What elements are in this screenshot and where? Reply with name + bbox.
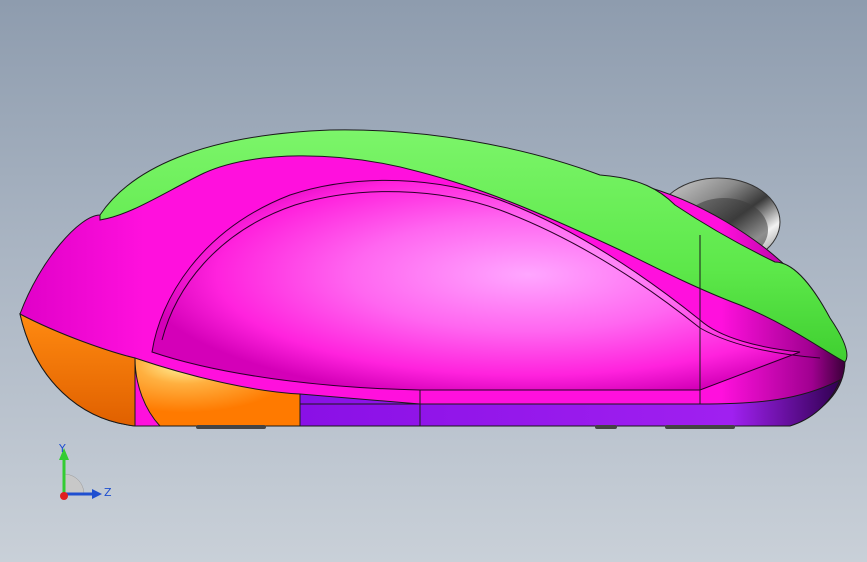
y-axis-label: Y (58, 442, 66, 455)
x-axis-dot (60, 492, 68, 500)
graphics-viewport[interactable]: Y Z (0, 0, 867, 562)
mouse-3d-model[interactable] (0, 0, 867, 562)
triad-arc (63, 473, 85, 495)
orientation-triad[interactable]: Y Z (40, 436, 120, 508)
z-axis-label: Z (104, 486, 112, 499)
z-axis-arrow (92, 489, 102, 499)
